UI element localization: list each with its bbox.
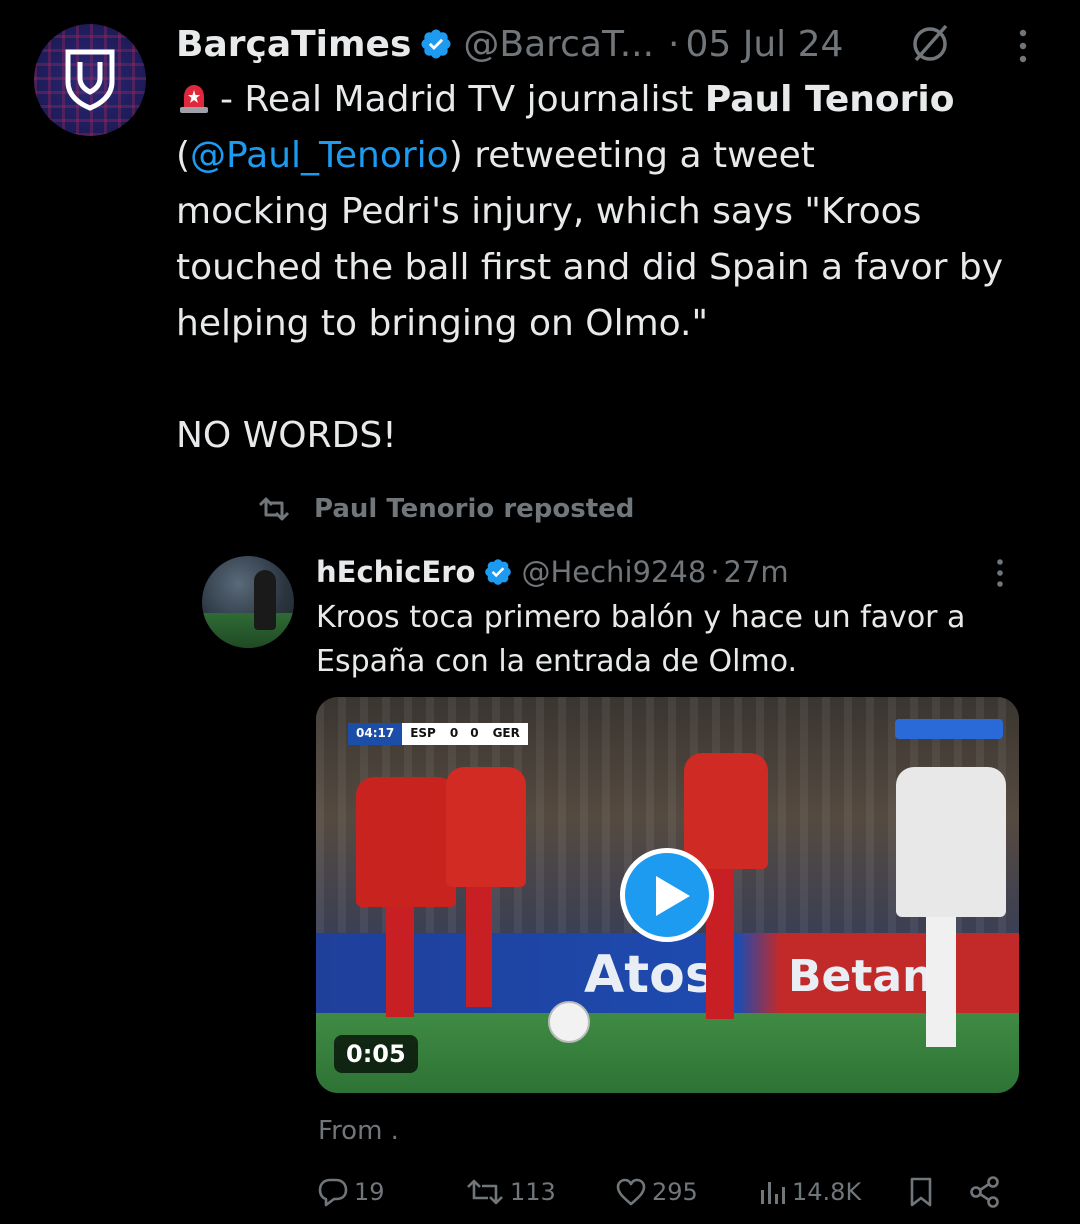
quoted-author-handle[interactable]: @Hechi9248 <box>521 555 706 589</box>
scorebug-away-score: 0 <box>464 723 485 745</box>
video-ball <box>548 1001 590 1043</box>
scorebug-away: GER <box>484 723 528 745</box>
tweet-line-2-rest: ) retweeting a tweet <box>448 135 815 176</box>
separator-dot: · <box>668 23 680 65</box>
repost-icon <box>467 1179 503 1205</box>
author-handle[interactable]: @BarcaT... <box>463 24 654 65</box>
tweet-bold-name: Paul Tenorio <box>704 79 955 120</box>
repost-count: 113 <box>510 1178 556 1206</box>
video-player <box>446 767 526 887</box>
scorebug-home-score: 0 <box>443 723 465 745</box>
reply-icon <box>318 1178 348 1207</box>
quoted-time[interactable]: 27m <box>724 555 789 589</box>
video-duration: 0:05 <box>334 1035 418 1073</box>
video-ad-board: Atos Betan <box>316 933 1019 1013</box>
video-player-legs <box>386 907 414 1017</box>
like-button[interactable]: 295 <box>614 1172 698 1212</box>
tweet-line-6: NO WORDS! <box>176 415 397 456</box>
siren-emoji <box>180 85 208 113</box>
video-player <box>356 777 456 907</box>
video-player <box>684 753 768 869</box>
scorebug-home: ESP <box>402 723 444 745</box>
scorebug-clock: 04:17 <box>348 723 403 745</box>
bookmark-button[interactable] <box>906 1172 940 1212</box>
tweet-header: BarçaTimes @BarcaT... · 05 Jul 24 <box>176 20 843 68</box>
from-attribution[interactable]: From . <box>318 1116 399 1146</box>
avatar-figure <box>254 570 276 630</box>
repost-label: Paul Tenorio reposted <box>314 494 635 524</box>
tweet-date[interactable]: 05 Jul 24 <box>686 24 844 65</box>
quoted-author-name[interactable]: hEchicEro <box>316 555 475 589</box>
grok-icon[interactable] <box>908 22 952 66</box>
quoted-line-2: España con la entrada de Olmo. <box>316 644 798 679</box>
ad-board-left-text: Atos <box>584 945 716 1005</box>
video-pitch <box>316 1013 1019 1093</box>
video-player-legs <box>466 887 492 1007</box>
quoted-line-1: Kroos toca primero balón y hace un favor… <box>316 600 966 635</box>
play-button[interactable] <box>620 848 714 942</box>
tweet-text: - Real Madrid TV journalist Paul Tenorio… <box>176 72 1056 464</box>
more-icon[interactable] <box>994 558 1006 588</box>
more-icon[interactable] <box>1016 28 1030 64</box>
tweet-line-2-open: ( <box>176 135 191 176</box>
quoted-author-avatar[interactable] <box>202 556 294 648</box>
separator-dot: · <box>710 555 720 589</box>
reply-count: 19 <box>354 1178 385 1206</box>
author-name[interactable]: BarçaTimes <box>176 24 411 65</box>
like-icon <box>616 1178 646 1206</box>
like-count: 295 <box>652 1178 698 1206</box>
share-icon <box>970 1176 999 1208</box>
action-bar: 19 113 295 14.8K <box>0 1172 1080 1212</box>
crest-icon <box>65 49 115 111</box>
tweet-line-5: helping to bringing on Olmo." <box>176 303 709 344</box>
verified-icon <box>485 559 512 585</box>
avatar-pitch <box>202 613 294 648</box>
tweet-line-4: touched the ball first and did Spain a f… <box>176 247 1003 288</box>
quoted-text: Kroos toca primero balón y hace un favor… <box>316 596 1016 684</box>
author-avatar[interactable] <box>34 24 146 136</box>
mention-link[interactable]: @Paul_Tenorio <box>190 135 449 176</box>
ad-board-right-text: Betan <box>788 951 934 1002</box>
verified-icon <box>421 29 451 59</box>
views-button[interactable]: 14.8K <box>758 1172 861 1212</box>
repost-button[interactable]: 113 <box>464 1172 556 1212</box>
views-count: 14.8K <box>792 1178 862 1206</box>
views-icon <box>761 1182 785 1204</box>
video-scorebug: 04:17 ESP 0 0 GER <box>348 723 528 745</box>
quoted-header: hEchicEro @Hechi9248 · 27m <box>316 552 789 592</box>
repost-indicator[interactable]: Paul Tenorio reposted <box>256 494 634 524</box>
share-button[interactable] <box>968 1172 1006 1212</box>
video-thumbnail[interactable]: Atos Betan 04:17 ESP 0 0 GER 0:05 <box>316 697 1019 1093</box>
video-player <box>896 767 1006 917</box>
tweet-line-1-prefix: - Real Madrid TV journalist <box>220 79 705 120</box>
tweet-line-3: mocking Pedri's injury, which says "Kroo… <box>176 191 922 232</box>
reply-button[interactable]: 19 <box>316 1172 385 1212</box>
play-icon <box>656 876 690 916</box>
repost-icon <box>258 497 290 521</box>
video-player-legs <box>926 917 956 1047</box>
channel-logo <box>895 719 1003 739</box>
bookmark-icon <box>910 1177 932 1207</box>
